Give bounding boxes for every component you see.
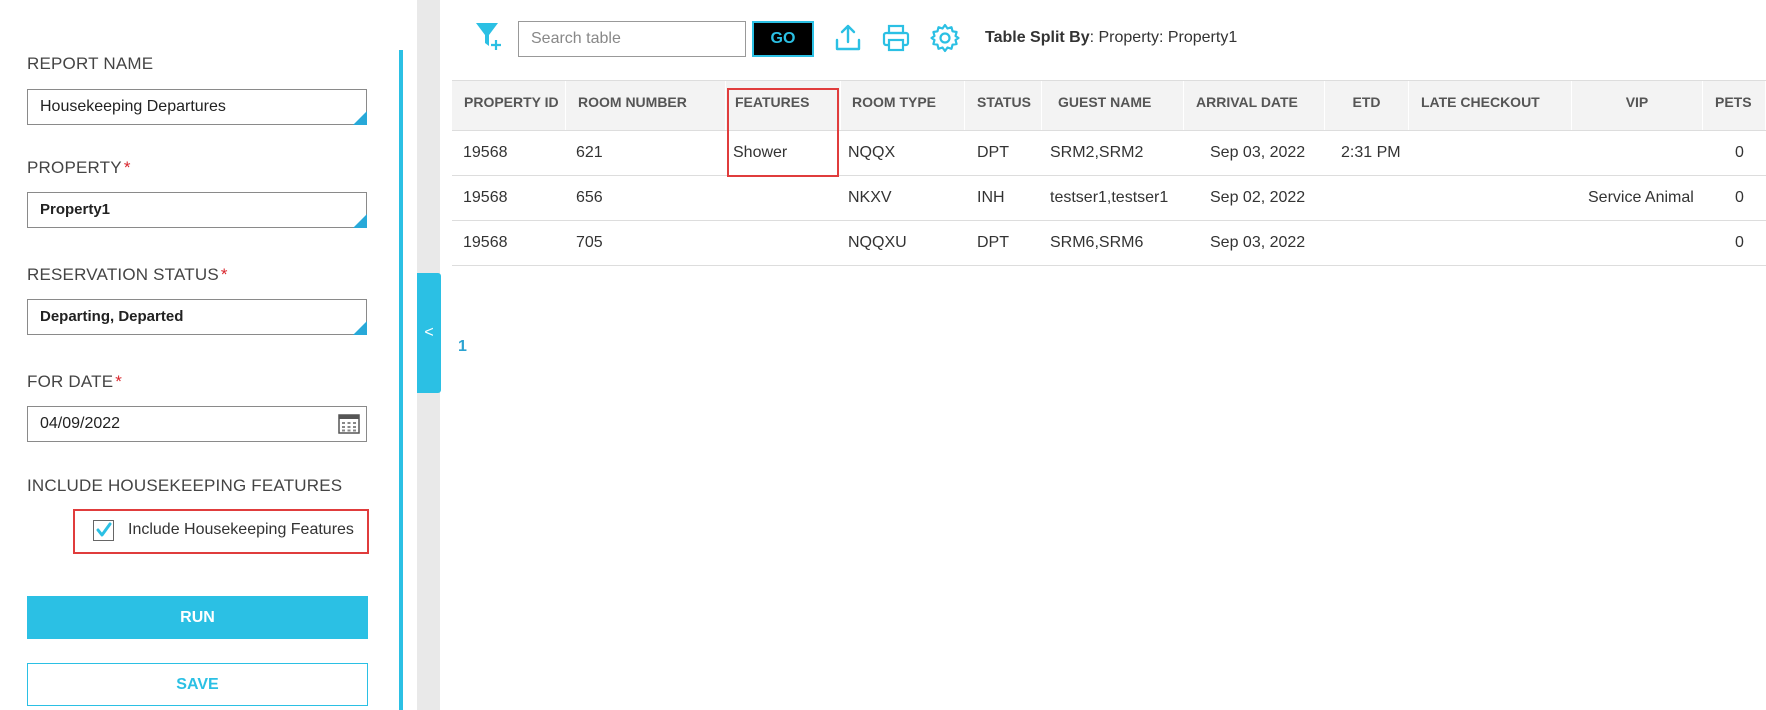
- column-header-etd[interactable]: ETD: [1325, 81, 1409, 130]
- report-name-label: REPORT NAME: [27, 54, 154, 73]
- run-button[interactable]: RUN: [27, 596, 368, 639]
- column-header-room-type[interactable]: ROOM TYPE: [841, 81, 965, 130]
- include-features-heading: INCLUDE HOUSEKEEPING FEATURES: [27, 476, 343, 495]
- cell-arrival-date: Sep 03, 2022: [1210, 234, 1306, 251]
- dropdown-corner-icon: [353, 321, 367, 335]
- include-features-checkbox[interactable]: [93, 520, 114, 541]
- property-select[interactable]: Property1: [27, 192, 367, 228]
- print-icon[interactable]: [880, 22, 912, 54]
- cell-guest-name: SRM6,SRM6: [1050, 234, 1144, 251]
- cell-status: DPT: [977, 144, 1009, 161]
- cell-pets: 0: [1735, 144, 1744, 161]
- cell-etd: 2:31 PM: [1341, 144, 1401, 161]
- dropdown-corner-icon: [353, 214, 367, 228]
- column-header-features[interactable]: FEATURES: [726, 81, 841, 130]
- report-settings-panel: REPORT NAME Housekeeping Departures PROP…: [0, 0, 403, 710]
- column-header-late-checkout[interactable]: LATE CHECKOUT: [1409, 81, 1572, 130]
- pagination-page-1[interactable]: 1: [458, 338, 467, 356]
- cell-property-id: 19568: [463, 189, 508, 206]
- search-input[interactable]: [518, 21, 746, 57]
- reservation-status-select[interactable]: Departing, Departed: [27, 299, 367, 335]
- cell-room-type: NQQX: [848, 144, 896, 161]
- cell-guest-name: SRM2,SRM2: [1050, 144, 1144, 161]
- cell-property-id: 19568: [463, 234, 508, 251]
- column-header-room-number[interactable]: ROOM NUMBER: [566, 81, 726, 130]
- include-features-option[interactable]: Include Housekeeping Features: [73, 509, 369, 554]
- table-split-info: Table Split By: Property: Property1: [985, 29, 1237, 47]
- table-row[interactable]: 19568 656 NKXV INH testser1,testser1 Sep…: [452, 176, 1766, 221]
- checkmark-icon: [96, 522, 112, 537]
- for-date-input[interactable]: 04/09/2022: [27, 406, 367, 442]
- column-header-pets[interactable]: PETS: [1703, 81, 1766, 130]
- cell-property-id: 19568: [463, 144, 508, 161]
- cell-room-type: NQQXU: [848, 234, 907, 251]
- report-name-input[interactable]: Housekeeping Departures: [27, 89, 367, 125]
- cell-room-number: 705: [576, 234, 603, 251]
- column-header-vip[interactable]: VIP: [1572, 81, 1703, 130]
- table-split-value: : Property: Property1: [1089, 29, 1238, 46]
- column-header-guest-name[interactable]: GUEST NAME: [1042, 81, 1184, 130]
- cell-arrival-date: Sep 02, 2022: [1210, 189, 1306, 206]
- include-features-checkbox-label[interactable]: Include Housekeeping Features: [128, 521, 354, 539]
- resize-corner-icon: [353, 111, 367, 125]
- cell-status: INH: [977, 189, 1005, 206]
- cell-pets: 0: [1735, 189, 1744, 206]
- cell-guest-name: testser1,testser1: [1050, 189, 1169, 206]
- cell-vip: Service Animal: [1588, 189, 1694, 206]
- collapse-panel-button[interactable]: <: [417, 273, 441, 393]
- column-header-status[interactable]: STATUS: [965, 81, 1042, 130]
- cell-room-number: 656: [576, 189, 603, 206]
- table-row[interactable]: 19568 705 NQQXU DPT SRM6,SRM6 Sep 03, 20…: [452, 221, 1766, 266]
- results-table: PROPERTY ID ROOM NUMBER FEATURES ROOM TY…: [452, 80, 1766, 266]
- column-header-arrival-date[interactable]: ARRIVAL DATE: [1184, 81, 1325, 130]
- cell-features: Shower: [733, 144, 788, 161]
- cell-room-number: 621: [576, 144, 603, 161]
- filter-add-icon[interactable]: [474, 20, 504, 52]
- table-row[interactable]: 19568 621 Shower NQQX DPT SRM2,SRM2 Sep …: [452, 131, 1766, 176]
- panel-scrollbar[interactable]: [399, 50, 403, 710]
- gear-icon[interactable]: [929, 22, 961, 54]
- table-header-row: PROPERTY ID ROOM NUMBER FEATURES ROOM TY…: [452, 81, 1766, 131]
- cell-pets: 0: [1735, 234, 1744, 251]
- cell-arrival-date: Sep 03, 2022: [1210, 144, 1306, 161]
- save-button[interactable]: SAVE: [27, 663, 368, 706]
- calendar-icon[interactable]: [338, 414, 360, 434]
- reservation-status-label: RESERVATION STATUS *: [27, 265, 228, 284]
- export-icon[interactable]: [832, 22, 864, 54]
- cell-status: DPT: [977, 234, 1009, 251]
- column-header-property-id[interactable]: PROPERTY ID: [452, 81, 566, 130]
- go-button[interactable]: GO: [752, 21, 814, 57]
- cell-room-type: NKXV: [848, 189, 892, 206]
- for-date-label: FOR DATE *: [27, 372, 123, 391]
- property-label: PROPERTY *: [27, 158, 131, 177]
- table-split-label: Table Split By: [985, 29, 1090, 46]
